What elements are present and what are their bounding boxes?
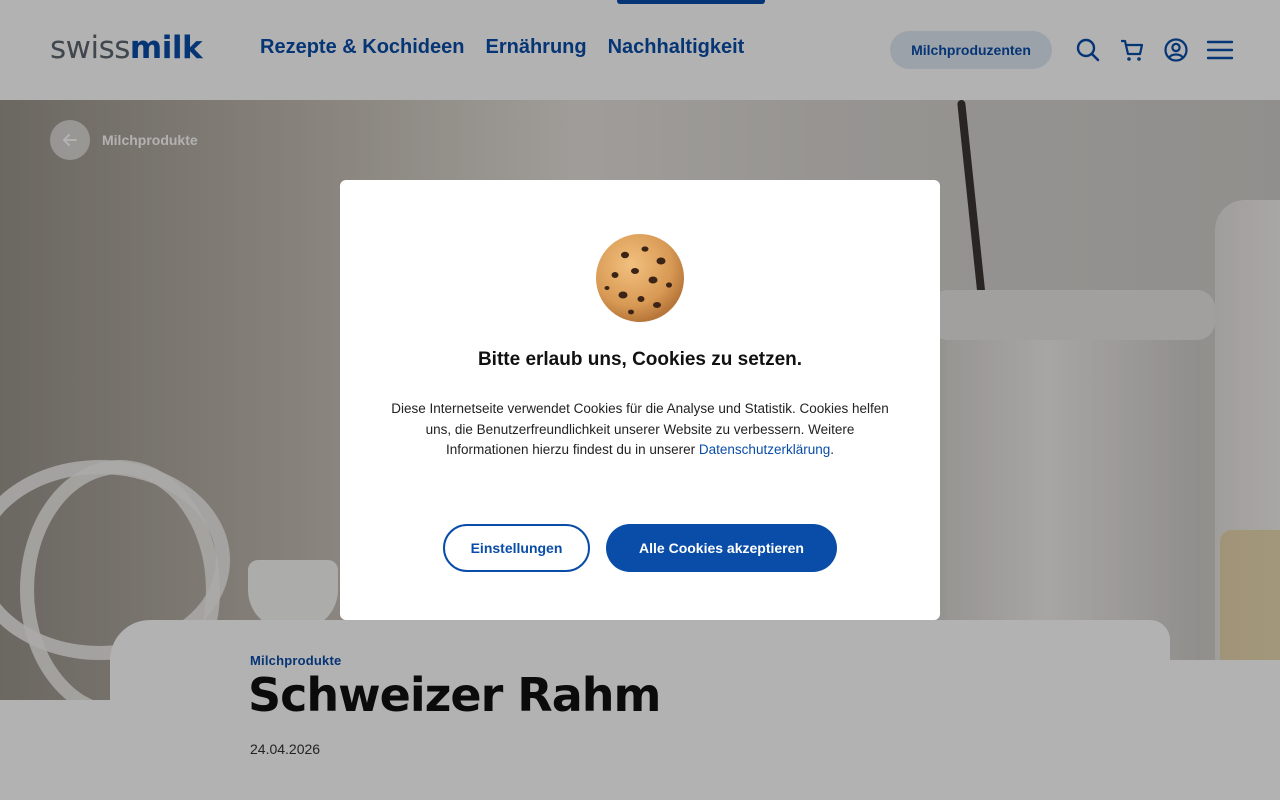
cookie-settings-button[interactable]: Einstellungen	[443, 524, 590, 572]
accept-all-cookies-button[interactable]: Alle Cookies akzeptieren	[606, 524, 837, 572]
cookie-text-end: .	[830, 442, 834, 457]
privacy-policy-link[interactable]: Datenschutzerklärung	[699, 442, 830, 457]
cookie-icon	[595, 233, 685, 323]
cookie-consent-dialog: Bitte erlaub uns, Cookies zu setzen. Die…	[340, 180, 940, 620]
cookie-dialog-text: Diese Internetseite verwendet Cookies fü…	[390, 399, 890, 461]
cookie-dialog-title: Bitte erlaub uns, Cookies zu setzen.	[477, 349, 803, 370]
